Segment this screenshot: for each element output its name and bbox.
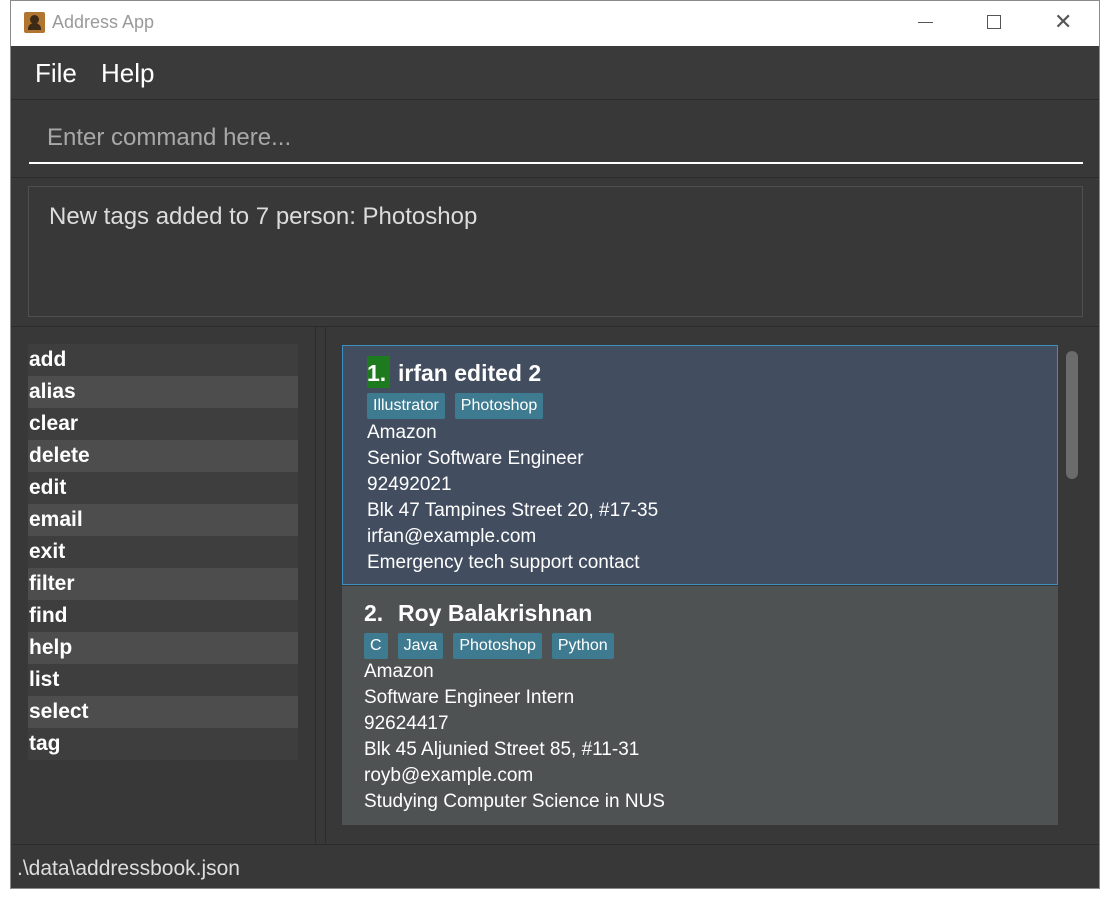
tag: Java [397,633,444,659]
command-item-exit[interactable]: exit [28,536,298,568]
command-item-tag[interactable]: tag [28,728,298,760]
address-book-icon [24,12,45,33]
menu-help[interactable]: Help [101,58,154,89]
person-card-2[interactable]: 2. Roy Balakrishnan C Java Photoshop Pyt… [342,586,1058,825]
person-name: Roy Balakrishnan [398,600,593,626]
person-remark: Emergency tech support contact [367,552,640,573]
person-index: 2. [364,600,384,626]
minimize-button[interactable] [902,1,948,45]
result-display: New tags added to 7 person: Photoshop [28,186,1083,317]
command-item-alias[interactable]: alias [28,376,298,408]
maximize-button[interactable] [971,1,1017,45]
person-company: Amazon [364,661,434,682]
command-item-edit[interactable]: edit [28,472,298,504]
person-phone: 92624417 [364,713,449,734]
command-box-area [11,100,1099,178]
tag: Photoshop [454,393,544,419]
result-display-area: New tags added to 7 person: Photoshop [11,178,1099,327]
app-window: Address App ✕ File Help New tags added t… [10,0,1100,889]
command-item-add[interactable]: add [28,344,298,376]
command-item-email[interactable]: email [28,504,298,536]
tag: Photoshop [453,633,542,659]
person-email: royb@example.com [364,765,534,786]
command-input[interactable] [29,114,1083,164]
result-message: New tags added to 7 person: Photoshop [49,203,478,230]
command-list-panel: add alias clear delete edit email exit f… [11,327,316,843]
command-item-clear[interactable]: clear [28,408,298,440]
tag-list: Illustrator Photoshop [367,393,544,419]
close-button[interactable]: ✕ [1041,1,1087,45]
save-location: .\data\addressbook.json [17,857,240,880]
person-address: Blk 45 Aljunied Street 85, #11-31 [364,739,640,760]
person-role: Senior Software Engineer [367,448,584,469]
person-card-1[interactable]: 1. irfan edited 2 Illustrator Photoshop … [342,345,1058,585]
window-title: Address App [52,12,155,32]
status-bar: .\data\addressbook.json [11,844,1099,888]
person-role: Software Engineer Intern [364,687,575,708]
person-name: irfan edited 2 [398,360,542,386]
person-phone: 92492021 [367,474,452,495]
menu-bar: File Help [11,46,1099,100]
person-email: irfan@example.com [367,526,537,547]
list-scrollbar-thumb[interactable] [1066,351,1078,479]
close-icon: ✕ [1054,10,1073,35]
command-item-filter[interactable]: filter [28,568,298,600]
command-item-select[interactable]: select [28,696,298,728]
tag: Python [551,633,614,659]
command-item-help[interactable]: help [28,632,298,664]
tag-list: C Java Photoshop Python [364,633,614,659]
person-list[interactable]: 1. irfan edited 2 Illustrator Photoshop … [342,345,1060,825]
command-item-delete[interactable]: delete [28,440,298,472]
person-company: Amazon [367,422,437,443]
tag: C [364,633,388,659]
tag: Illustrator [367,393,445,419]
menu-file[interactable]: File [35,58,77,89]
person-index: 1. [367,360,387,386]
minimize-icon [918,22,933,23]
person-remark: Studying Computer Science in NUS [364,791,665,812]
person-list-panel: 1. irfan edited 2 Illustrator Photoshop … [325,327,1099,843]
person-address: Blk 47 Tampines Street 20, #17-35 [367,500,659,521]
title-bar[interactable]: Address App ✕ [11,1,1099,47]
command-item-list[interactable]: list [28,664,298,696]
maximize-icon [987,15,1001,29]
command-item-find[interactable]: find [28,600,298,632]
